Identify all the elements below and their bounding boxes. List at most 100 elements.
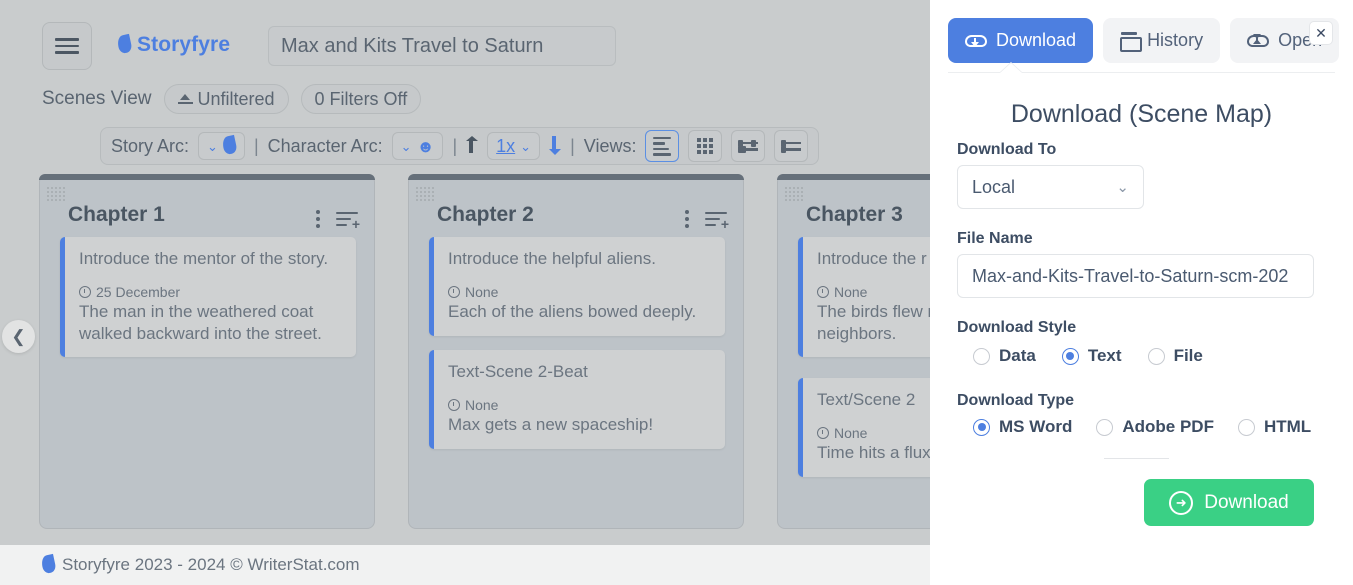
chevron-down-icon: ⌄ bbox=[207, 140, 218, 153]
clock-icon bbox=[817, 286, 829, 298]
scene-card[interactable]: Text-Scene 2-Beat None Max gets a new sp… bbox=[429, 350, 725, 449]
history-icon bbox=[1120, 32, 1138, 49]
drag-handle-icon[interactable] bbox=[415, 186, 435, 202]
close-icon: ✕ bbox=[1315, 25, 1327, 42]
close-panel-button[interactable]: ✕ bbox=[1309, 21, 1333, 45]
download-type-radio-group: MS Word Adobe PDF HTML bbox=[973, 417, 1311, 437]
arrow-right-circle-icon: ➜ bbox=[1169, 491, 1193, 515]
story-title-value: Max and Kits Travel to Saturn bbox=[281, 35, 543, 58]
tab-history[interactable]: History bbox=[1103, 18, 1220, 63]
radio-style-data[interactable]: Data bbox=[973, 346, 1036, 366]
top-bar: Storyfyre Max and Kits Travel to Saturn bbox=[0, 0, 930, 78]
file-name-label: File Name bbox=[957, 230, 1033, 248]
story-title-input[interactable]: Max and Kits Travel to Saturn bbox=[268, 26, 616, 66]
sliders-alt-icon bbox=[781, 138, 801, 155]
story-arc-select[interactable]: ⌄ bbox=[198, 132, 245, 160]
download-to-select[interactable]: Local ⌄ bbox=[957, 165, 1144, 209]
tab-download[interactable]: Download bbox=[948, 18, 1093, 63]
view-settings-button[interactable] bbox=[731, 130, 765, 162]
download-to-label: Download To bbox=[957, 141, 1056, 159]
column-title: Chapter 3 bbox=[806, 203, 903, 227]
radio-label: File bbox=[1174, 346, 1203, 366]
scene-card[interactable]: Introduce the mentor of the story. 25 De… bbox=[60, 237, 356, 357]
download-style-radio-group: Data Text File bbox=[973, 346, 1203, 366]
radio-icon bbox=[1238, 419, 1255, 436]
separator: | bbox=[254, 136, 259, 157]
footer: Storyfyre 2023 - 2024 © WriterStat.com bbox=[0, 545, 930, 585]
expand-vertical-icon[interactable] bbox=[466, 136, 478, 156]
radio-type-html[interactable]: HTML bbox=[1238, 417, 1311, 437]
scene-body: Each of the aliens bowed deeply. bbox=[448, 301, 711, 323]
scene-date: 25 December bbox=[96, 284, 180, 300]
column-title: Chapter 1 bbox=[68, 203, 165, 227]
active-tab-pointer bbox=[1000, 63, 1022, 73]
scene-board: Chapter 1 + Introduce the mentor of the … bbox=[0, 170, 930, 540]
download-style-label: Download Style bbox=[957, 319, 1076, 337]
hamburger-icon bbox=[55, 34, 79, 58]
sliders-icon bbox=[738, 138, 758, 155]
unfiltered-pill[interactable]: Unfiltered bbox=[164, 84, 289, 114]
view-list-button[interactable] bbox=[645, 130, 679, 162]
more-options-icon[interactable] bbox=[685, 207, 689, 231]
download-type-label: Download Type bbox=[957, 392, 1074, 410]
arc-toolbar: Story Arc: ⌄ | Character Arc: ⌄ ☻ | 1x ⌄… bbox=[100, 127, 819, 165]
character-arc-select[interactable]: ⌄ ☻ bbox=[392, 132, 444, 160]
scene-title: Introduce the mentor of the story. bbox=[79, 248, 342, 271]
unfiltered-label: Unfiltered bbox=[198, 89, 275, 110]
radio-type-adobe-pdf[interactable]: Adobe PDF bbox=[1096, 417, 1214, 437]
radio-style-text[interactable]: Text bbox=[1062, 346, 1122, 366]
scene-date: None bbox=[834, 284, 867, 300]
separator: | bbox=[452, 136, 457, 157]
grid-view-icon bbox=[697, 138, 713, 154]
radio-label: MS Word bbox=[999, 417, 1072, 437]
board-column: Chapter 2 + Introduce the helpful aliens… bbox=[408, 174, 744, 529]
view-extra-button[interactable] bbox=[774, 130, 808, 162]
scene-date: None bbox=[834, 425, 867, 441]
radio-type-ms-word[interactable]: MS Word bbox=[973, 417, 1072, 437]
cloud-upload-icon bbox=[1247, 33, 1269, 49]
radio-label: Adobe PDF bbox=[1122, 417, 1214, 437]
flame-icon bbox=[116, 34, 132, 54]
board-column: Chapter 1 + Introduce the mentor of the … bbox=[39, 174, 375, 529]
radio-style-file[interactable]: File bbox=[1148, 346, 1203, 366]
tab-history-label: History bbox=[1147, 30, 1203, 51]
radio-label: Text bbox=[1088, 346, 1122, 366]
column-title: Chapter 2 bbox=[437, 203, 534, 227]
cloud-download-icon bbox=[965, 33, 987, 49]
drag-handle-icon[interactable] bbox=[46, 186, 66, 202]
zoom-level-value: 1x bbox=[496, 136, 515, 157]
flame-icon bbox=[221, 135, 237, 155]
add-scene-icon[interactable]: + bbox=[705, 208, 727, 230]
menu-hamburger-button[interactable] bbox=[42, 22, 92, 70]
radio-icon bbox=[1148, 348, 1165, 365]
list-view-icon bbox=[653, 134, 671, 159]
tab-download-label: Download bbox=[996, 30, 1076, 51]
drag-handle-icon[interactable] bbox=[784, 186, 804, 202]
radio-icon-selected bbox=[973, 419, 990, 436]
add-scene-icon[interactable]: + bbox=[336, 208, 358, 230]
clock-icon bbox=[79, 286, 91, 298]
filters-off-pill[interactable]: 0 Filters Off bbox=[301, 84, 422, 114]
scroll-left-button[interactable]: ❮ bbox=[2, 320, 35, 353]
chevron-down-icon: ⌄ bbox=[520, 140, 531, 153]
scenes-view-label: Scenes View bbox=[42, 88, 152, 110]
separator: | bbox=[570, 136, 575, 157]
clock-icon bbox=[448, 286, 460, 298]
character-face-icon: ☻ bbox=[417, 138, 435, 155]
chevron-down-icon: ⌄ bbox=[401, 140, 412, 153]
more-options-icon[interactable] bbox=[316, 207, 320, 231]
scene-title: Introduce the helpful aliens. bbox=[448, 248, 711, 271]
collapse-vertical-icon[interactable] bbox=[549, 136, 561, 156]
brand-logo[interactable]: Storyfyre bbox=[118, 33, 230, 57]
radio-icon bbox=[1096, 419, 1113, 436]
download-submit-button[interactable]: ➜ Download bbox=[1144, 479, 1314, 526]
chevron-left-icon: ❮ bbox=[11, 327, 25, 347]
brand-name: Storyfyre bbox=[137, 33, 230, 57]
view-grid-button[interactable] bbox=[688, 130, 722, 162]
scene-body: Max gets a new spaceship! bbox=[448, 414, 711, 436]
zoom-select[interactable]: 1x ⌄ bbox=[487, 132, 540, 160]
scene-card[interactable]: Introduce the helpful aliens. None Each … bbox=[429, 237, 725, 336]
scenes-view-row: Scenes View Unfiltered 0 Filters Off bbox=[42, 84, 421, 114]
story-arc-label: Story Arc: bbox=[111, 136, 189, 157]
file-name-input[interactable]: Max-and-Kits-Travel-to-Saturn-scm-202 bbox=[957, 254, 1314, 298]
